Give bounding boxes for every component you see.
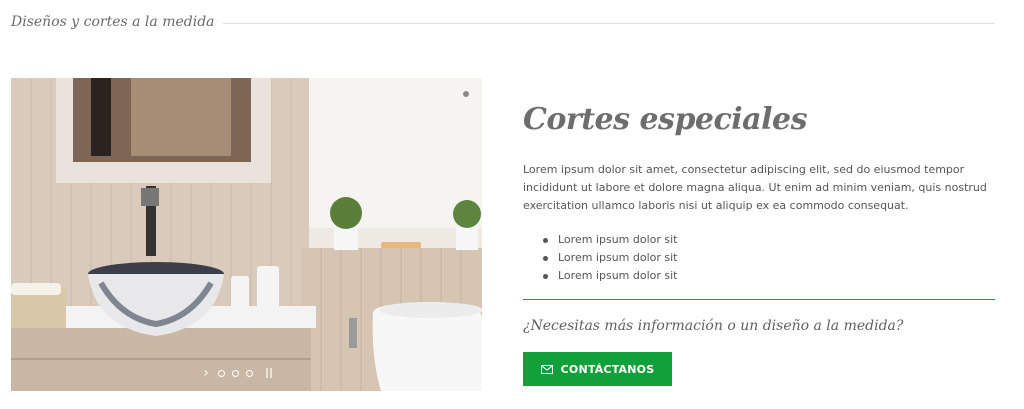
slider-controls: › xyxy=(201,366,274,380)
list-item: Lorem ipsum dolor sit xyxy=(523,231,995,249)
bathroom-photo xyxy=(11,78,482,391)
slider-dot-1[interactable] xyxy=(218,369,225,377)
content-panel: Cortes especiales Lorem ipsum dolor sit … xyxy=(523,100,995,285)
contact-button[interactable]: CONTÁCTANOS xyxy=(523,352,672,386)
section-divider xyxy=(222,22,995,24)
bullet-list: Lorem ipsum dolor sit Lorem ipsum dolor … xyxy=(523,231,995,285)
cta-question: ¿Necesitas más información o un diseño a… xyxy=(523,318,904,334)
mail-icon xyxy=(540,364,553,374)
content-description: Lorem ipsum dolor sit amet, consectetur … xyxy=(523,163,987,212)
contact-button-label: CONTÁCTANOS xyxy=(560,362,655,376)
slider-dot-2[interactable] xyxy=(232,369,239,377)
slider-next-button[interactable]: › xyxy=(201,366,211,380)
slider-dot-3[interactable] xyxy=(246,369,253,377)
list-item: Lorem ipsum dolor sit xyxy=(523,267,995,285)
section-title: Diseños y cortes a la medida xyxy=(11,14,215,30)
decorative-dot xyxy=(463,91,469,97)
section-header: Diseños y cortes a la medida xyxy=(11,10,995,34)
green-divider xyxy=(523,299,995,300)
list-item: Lorem ipsum dolor sit xyxy=(523,249,995,267)
content-title: Cortes especiales xyxy=(523,102,808,137)
image-slider[interactable]: › xyxy=(11,78,482,391)
slider-pause-button[interactable] xyxy=(266,368,274,378)
